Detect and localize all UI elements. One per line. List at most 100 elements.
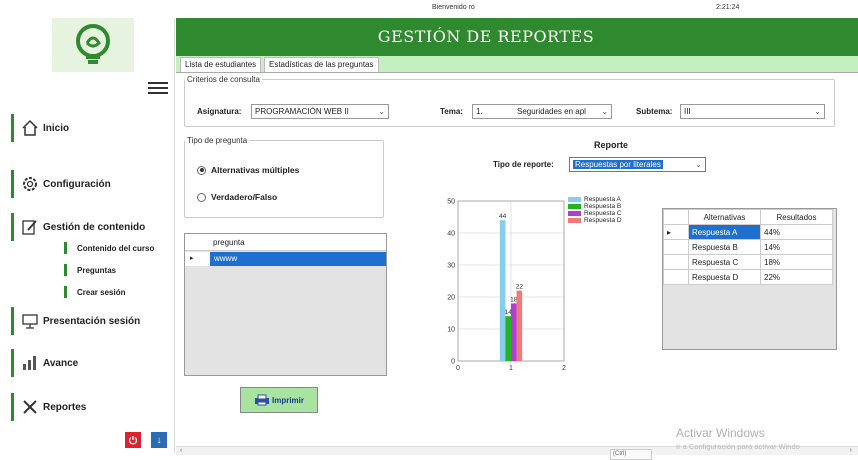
sidebar: Inicio Configuración Gestión de contenid…: [8, 18, 175, 454]
table-header-row: Alternativas Resultados: [663, 209, 833, 225]
radio-unselected-icon: [197, 192, 206, 202]
questions-grid-header: pregunta: [185, 234, 386, 251]
bar-respuesta-c: [511, 303, 517, 361]
alternative-cell[interactable]: Respuesta A: [688, 224, 761, 240]
top-status-bar: Bienvenido ro 2:21:24: [0, 0, 858, 18]
sidebar-subitem-crear-sesion[interactable]: Crear sesión: [64, 286, 125, 298]
sidebar-item-label: Configuración: [43, 178, 111, 190]
sidebar-item-label: Presentación sesión: [43, 315, 141, 327]
tab-lista-estudiantes[interactable]: Lista de estudiantes: [180, 57, 262, 72]
radio-selected-icon: [197, 165, 206, 175]
sidebar-item-configuracion[interactable]: Configuración: [11, 170, 111, 198]
print-button[interactable]: Imprimir: [240, 387, 318, 413]
row-pointer-icon: ▸: [190, 255, 194, 262]
sidebar-item-avance[interactable]: Avance: [11, 349, 78, 377]
sidebar-subitem-preguntas[interactable]: Preguntas: [64, 264, 116, 276]
bar-value-label: 44: [499, 213, 507, 220]
row-pointer-icon: ▸: [663, 224, 689, 240]
bar-chart: 010203040500 1 244141822: [447, 199, 566, 373]
results-grid[interactable]: Alternativas Resultados ▸ Respuesta A 44…: [662, 208, 837, 350]
legend-label: Respuesta D: [584, 217, 622, 224]
result-cell[interactable]: 22%: [760, 269, 833, 285]
report-type-label: Tipo de reporte:: [493, 160, 554, 169]
sidebar-subitem-label: Crear sesión: [77, 287, 126, 297]
tema-select[interactable]: 1. Seguridades en apl ⌄: [472, 104, 612, 119]
clock-text: 2:21:24: [716, 4, 740, 11]
table-row[interactable]: Respuesta D 22%: [663, 269, 833, 285]
legend-item: Respuesta C: [568, 210, 622, 217]
y-tick-label: 0: [451, 359, 455, 366]
tema-value: Seguridades en apl: [517, 107, 586, 116]
y-tick-label: 20: [447, 295, 455, 302]
result-cell[interactable]: 44%: [760, 224, 833, 240]
chevron-down-icon: ⌄: [601, 107, 608, 116]
report-type-select[interactable]: Respuestas por literales ⌄: [569, 157, 706, 172]
activation-watermark-text: Ir a Configuración para activar Windo: [676, 442, 800, 451]
welcome-text: Bienvenido ro: [432, 4, 475, 11]
sidebar-item-gestion-contenido[interactable]: Gestión de contenido: [11, 213, 145, 241]
print-button-label: Imprimir: [271, 395, 304, 405]
question-cell[interactable]: wwww: [210, 252, 386, 266]
results-table: Alternativas Resultados ▸ Respuesta A 44…: [663, 209, 833, 285]
table-row[interactable]: ▸ wwww: [185, 252, 386, 266]
table-row[interactable]: Respuesta C 18%: [663, 254, 833, 270]
chart-legend: Respuesta A Respuesta B Respuesta C Respues…: [568, 196, 622, 224]
scroll-right-icon[interactable]: ›: [850, 447, 852, 454]
criteria-legend: Criterios de consulta: [187, 75, 260, 84]
legend-item: Respuesta D: [568, 217, 622, 224]
sidebar-item-inicio[interactable]: Inicio: [11, 114, 69, 142]
asignatura-select[interactable]: PROGRAMACIÓN WEB II ⌄: [251, 104, 389, 119]
power-icon: [128, 436, 138, 445]
asignatura-label: Asignatura:: [197, 107, 242, 116]
minimize-button[interactable]: ↓: [151, 432, 167, 448]
legend-swatch: [568, 197, 581, 202]
y-tick-label: 40: [447, 231, 455, 238]
radio-alternativas-multiples[interactable]: Alternativas múltiples: [197, 165, 299, 175]
subtema-value: III: [684, 107, 691, 116]
legend-swatch: [568, 204, 581, 209]
result-cell[interactable]: 14%: [760, 239, 833, 255]
column-header-pregunta: pregunta: [213, 238, 245, 247]
tab-estadisticas-preguntas[interactable]: Estadísticas de las preguntas: [264, 57, 379, 72]
criteria-group: Criterios de consulta Asignatura: PROGRA…: [184, 75, 835, 127]
bar-respuesta-d: [516, 290, 523, 361]
table-row[interactable]: ▸ Respuesta A 44%: [663, 224, 833, 240]
row-header-cell: [663, 254, 689, 270]
table-row[interactable]: Respuesta B 14%: [663, 239, 833, 255]
printer-icon: [254, 394, 269, 406]
page-header: GESTIÓN DE REPORTES: [176, 18, 858, 56]
result-cell[interactable]: 18%: [760, 254, 833, 270]
sidebar-subitem-label: Preguntas: [77, 265, 117, 275]
subtema-select[interactable]: III ⌄: [680, 104, 825, 119]
legend-label: Respuesta C: [584, 210, 622, 217]
scroll-left-icon[interactable]: ‹: [180, 447, 182, 454]
report-chart: 0 10 20 30 40 50 0 1 2 44 14 18 22: [434, 195, 574, 380]
alternative-cell[interactable]: Respuesta C: [688, 254, 761, 270]
page-title: GESTIÓN DE REPORTES: [377, 27, 595, 46]
sidebar-item-reportes[interactable]: Reportes: [11, 393, 86, 421]
legend-label: Respuesta A: [584, 196, 621, 203]
sidebar-subitem-label: Contenido del curso: [77, 243, 155, 253]
questions-grid[interactable]: pregunta ▸ wwww: [184, 233, 387, 376]
power-button[interactable]: [125, 432, 141, 448]
question-type-group: Tipo de pregunta Alternativas múltiples …: [184, 136, 384, 218]
y-tick-label: 30: [447, 263, 455, 270]
home-icon: [20, 118, 40, 138]
bar-value-label: 22: [516, 284, 524, 291]
sidebar-item-label: Reportes: [43, 401, 87, 413]
gear-icon: [20, 174, 40, 194]
sidebar-item-presentacion-sesion[interactable]: Presentación sesión: [11, 307, 140, 335]
alternative-cell[interactable]: Respuesta B: [688, 239, 761, 255]
bar-respuesta-b: [505, 316, 511, 361]
column-header-alternativas: Alternativas: [688, 209, 761, 225]
subtema-label: Subtema:: [636, 107, 673, 116]
x-tick-label: 0: [456, 365, 460, 372]
radio-verdadero-falso[interactable]: Verdadero/Falso: [197, 192, 277, 202]
paste-options-hint[interactable]: (Ctrl): [610, 449, 652, 460]
menu-toggle-icon[interactable]: [148, 82, 168, 96]
alternative-cell[interactable]: Respuesta D: [688, 269, 761, 285]
legend-item: Respuesta B: [568, 203, 622, 210]
arrow-down-icon: ↓: [156, 434, 162, 446]
sidebar-item-label: Gestión de contenido: [43, 221, 146, 233]
sidebar-subitem-contenido-curso[interactable]: Contenido del curso: [64, 242, 154, 254]
